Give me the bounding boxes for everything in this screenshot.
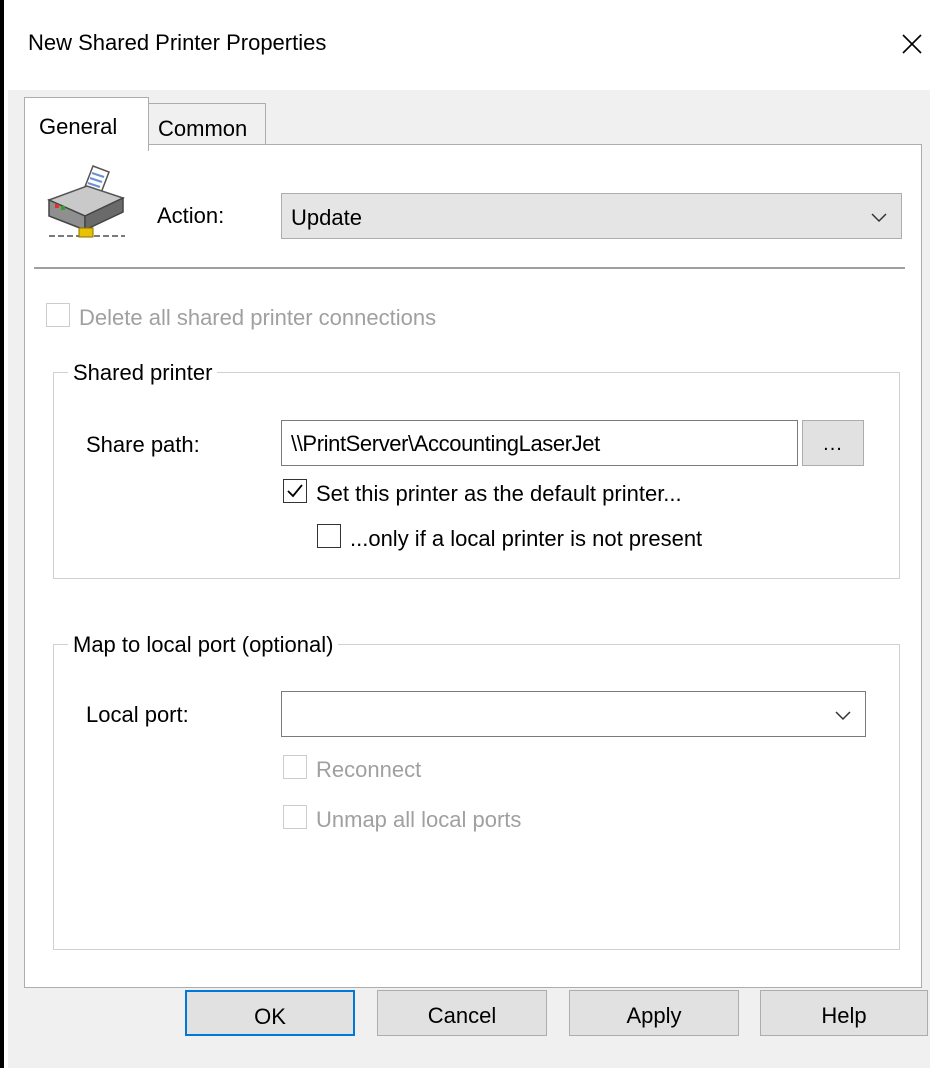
only-if-local-checkbox[interactable] — [317, 524, 341, 548]
browse-button-label: ... — [823, 433, 843, 455]
cancel-button[interactable]: Cancel — [377, 990, 547, 1036]
share-path-value: \\PrintServer\AccountingLaserJet — [291, 431, 600, 456]
action-label: Action: — [157, 203, 225, 228]
local-port-dropdown[interactable] — [281, 691, 866, 737]
tab-general-label: General — [39, 114, 118, 139]
ok-button[interactable]: OK — [185, 990, 355, 1036]
close-icon — [902, 34, 922, 54]
title-bar: New Shared Printer Properties — [8, 0, 930, 90]
shared-printer-group-title: Shared printer — [68, 360, 218, 386]
delete-all-checkbox[interactable] — [46, 303, 70, 327]
map-port-group — [53, 644, 900, 950]
apply-button-label: Apply — [626, 1003, 682, 1028]
action-dropdown[interactable]: Update — [281, 193, 902, 239]
chevron-down-icon — [835, 711, 851, 721]
dialog-client-area: General Common Action: Update Delete all… — [8, 90, 930, 1068]
cancel-button-label: Cancel — [427, 1003, 497, 1028]
checkmark-icon — [287, 484, 303, 498]
tab-common-label: Common — [158, 116, 248, 141]
share-path-input[interactable]: \\PrintServer\AccountingLaserJet — [281, 420, 798, 466]
apply-button[interactable]: Apply — [569, 990, 739, 1036]
general-tab-panel: Action: Update Delete all shared printer… — [24, 144, 922, 988]
browse-button[interactable]: ... — [802, 420, 864, 466]
printer-icon — [47, 165, 126, 238]
share-path-label: Share path: — [86, 432, 200, 457]
ok-button-label: OK — [254, 1004, 286, 1029]
reconnect-label: Reconnect — [316, 757, 422, 782]
separator — [34, 267, 905, 269]
help-button[interactable]: Help — [760, 990, 928, 1036]
dialog-window: New Shared Printer Properties General Co… — [0, 0, 930, 1068]
delete-all-label: Delete all shared printer connections — [79, 305, 437, 330]
help-button-label: Help — [821, 1003, 867, 1028]
reconnect-checkbox[interactable] — [283, 755, 307, 779]
unmap-all-checkbox[interactable] — [283, 805, 307, 829]
set-default-checkbox[interactable] — [283, 479, 307, 503]
chevron-down-icon — [871, 213, 887, 223]
only-if-local-label: ...only if a local printer is not presen… — [350, 526, 703, 551]
action-dropdown-value: Update — [291, 205, 362, 230]
tab-general[interactable]: General — [24, 97, 149, 151]
local-port-label: Local port: — [86, 702, 189, 727]
window-title: New Shared Printer Properties — [28, 30, 327, 55]
unmap-all-label: Unmap all local ports — [316, 807, 522, 832]
set-default-label: Set this printer as the default printer.… — [316, 481, 682, 506]
close-button[interactable] — [892, 24, 930, 64]
map-port-group-title: Map to local port (optional) — [68, 632, 339, 658]
tab-common[interactable]: Common — [148, 103, 266, 145]
